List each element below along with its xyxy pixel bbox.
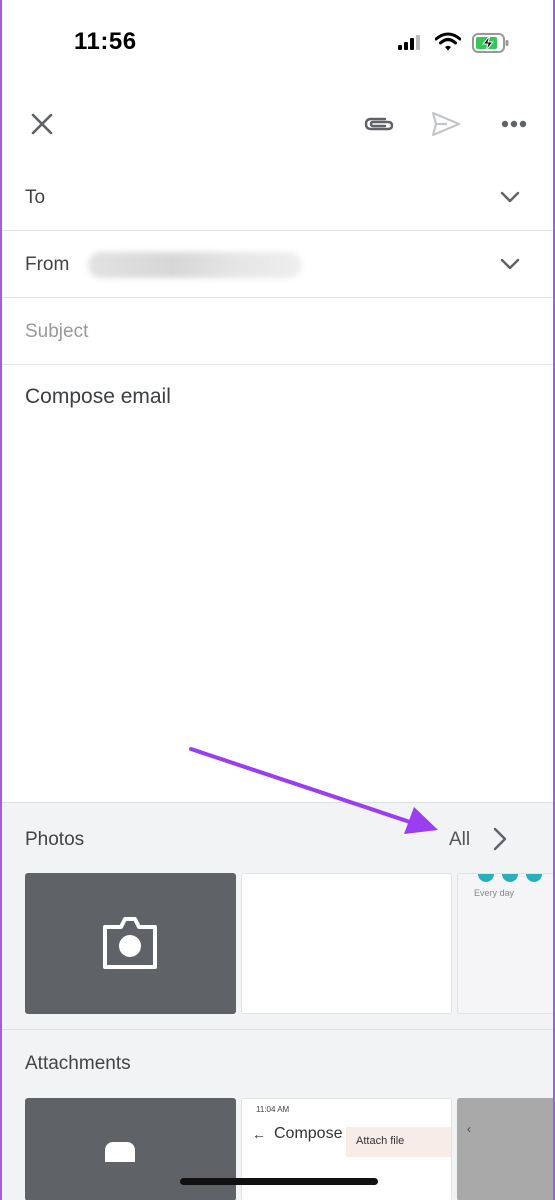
home-indicator — [180, 1178, 378, 1185]
annotation-arrow — [189, 747, 438, 834]
email-compose-screen: 11:56 To From Subject Compose email Phot… — [0, 0, 555, 1200]
